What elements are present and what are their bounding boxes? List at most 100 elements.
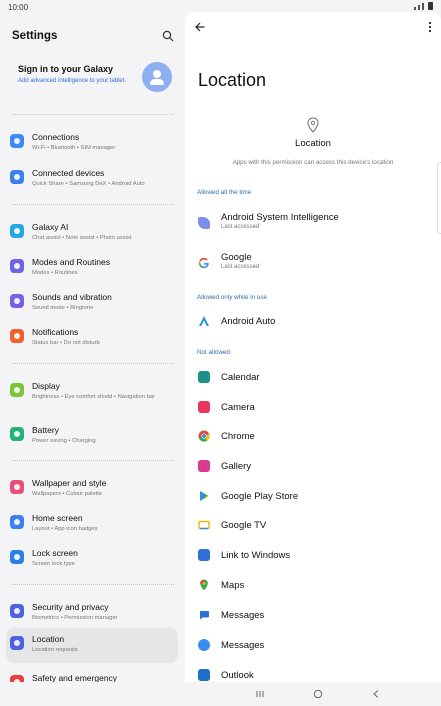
item-sub: Wi-Fi • Bluetooth • SIM manager: [32, 145, 116, 151]
settings-item-display[interactable]: Display Brightness • Eye comfort shield …: [6, 375, 178, 415]
sound-icon: [10, 294, 24, 308]
permission-description: Apps with this permission can access thi…: [232, 159, 394, 166]
item-sub: Sound mode • Ringtone: [32, 305, 94, 311]
section-allowed-all-time: Allowed all the time: [197, 189, 252, 196]
app-name: Android Auto: [221, 316, 276, 327]
settings-item-security[interactable]: Security and privacy Biometrics • Permis…: [6, 596, 178, 628]
ai-icon: [10, 224, 24, 238]
app-row-calendar[interactable]: Calendar: [185, 364, 441, 392]
app-row-google[interactable]: Google Last accessed: [185, 250, 441, 278]
app-row-chrome[interactable]: Chrome: [185, 423, 441, 451]
app-name: Maps: [221, 580, 245, 591]
app-row-camera[interactable]: Camera: [185, 394, 441, 422]
gallery-icon: [198, 460, 210, 472]
wallpaper-icon: [10, 480, 24, 494]
divider: [12, 460, 174, 461]
search-icon[interactable]: [162, 30, 174, 42]
app-row-google-play-store[interactable]: Google Play Store: [185, 483, 441, 511]
account-subtitle: Add advanced intelligence to your tablet…: [18, 78, 127, 84]
settings-item-connected-devices[interactable]: Connected devices Quick Share • Samsung …: [6, 162, 178, 194]
more-options-icon[interactable]: [428, 21, 432, 33]
scroll-handle[interactable]: [437, 162, 441, 234]
section-allowed-while-in-use: Allowed only while in use: [197, 294, 268, 301]
outlook-icon: [198, 669, 210, 681]
page-title: Location: [198, 70, 267, 90]
app-name: Gallery: [221, 461, 252, 472]
app-name: Messages: [221, 640, 265, 651]
item-label: Lock screen: [32, 548, 78, 558]
android-auto-icon: [199, 316, 209, 326]
app-sub: Last accessed: [221, 264, 260, 270]
battery-status-icon: [428, 2, 433, 10]
google-icon: [198, 257, 209, 269]
app-name: Android System Intelligence: [221, 212, 339, 223]
link-windows-icon: [198, 549, 210, 561]
item-label: Home screen: [32, 513, 83, 523]
settings-item-safety[interactable]: Safety and emergency: [6, 667, 178, 682]
display-icon: [10, 383, 24, 397]
devices-icon: [10, 170, 24, 184]
settings-item-location[interactable]: Location Location requests: [6, 628, 178, 663]
item-sub: Status bar • Do not disturb: [32, 340, 100, 346]
item-label: Safety and emergency: [32, 673, 118, 682]
item-label: Modes and Routines: [32, 257, 110, 267]
app-name: Google Play Store: [221, 491, 299, 502]
home-icon: [10, 515, 24, 529]
item-label: Wallpaper and style: [32, 478, 107, 488]
app-row-android-system-intelligence[interactable]: Android System Intelligence Last accesse…: [185, 210, 441, 238]
settings-pane: Settings Sign in to your Galaxy Add adva…: [0, 14, 184, 682]
item-label: Location: [32, 634, 65, 644]
modes-icon: [10, 259, 24, 273]
google-tv-icon: [198, 520, 210, 530]
account-title: Sign in to your Galaxy: [18, 64, 114, 74]
account-card[interactable]: Sign in to your Galaxy Add advanced inte…: [6, 56, 178, 108]
permission-label: Location: [295, 138, 331, 149]
app-row-messages[interactable]: Messages: [185, 602, 441, 630]
settings-title: Settings: [12, 30, 58, 42]
section-not-allowed: Not allowed: [197, 349, 230, 356]
item-sub: Brightness • Eye comfort shield • Naviga…: [32, 394, 155, 400]
item-sub: Layout • App icon badges: [32, 526, 98, 532]
settings-item-modes-routines[interactable]: Modes and Routines Modes • Routines: [6, 251, 178, 283]
home-icon[interactable]: [312, 688, 324, 700]
settings-item-lock-screen[interactable]: Lock screen Screen lock type: [6, 542, 178, 574]
app-row-maps[interactable]: Maps: [185, 572, 441, 600]
asi-icon: [198, 217, 210, 229]
status-time: 10:00: [8, 3, 29, 12]
app-row-messages-samsung[interactable]: Messages: [185, 632, 441, 660]
app-row-outlook[interactable]: Outlook: [185, 662, 441, 682]
app-row-google-tv[interactable]: Google TV: [185, 512, 441, 540]
app-name: Link to Windows: [221, 550, 291, 561]
app-sub: Last accessed: [221, 224, 260, 230]
item-label: Connected devices: [32, 168, 105, 178]
maps-icon: [200, 579, 208, 591]
settings-item-galaxy-ai[interactable]: Galaxy AI Chat assist • Note assist • Ph…: [6, 216, 178, 248]
item-sub: Location requests: [32, 647, 78, 653]
app-row-link-to-windows[interactable]: Link to Windows: [185, 542, 441, 570]
location-icon: [10, 636, 24, 650]
location-pane: Location Location Apps with this permiss…: [185, 12, 441, 682]
messages-icon: [200, 611, 209, 620]
settings-item-home-screen[interactable]: Home screen Layout • App icon badges: [6, 507, 178, 539]
lock-icon: [10, 550, 24, 564]
item-sub: Screen lock type: [32, 561, 75, 567]
settings-item-wallpaper[interactable]: Wallpaper and style Wallpapers • Colour …: [6, 472, 178, 504]
recent-apps-icon[interactable]: [254, 688, 266, 700]
navigation-bar: [0, 682, 441, 706]
item-label: Display: [32, 381, 60, 391]
app-row-android-auto[interactable]: Android Auto: [185, 308, 441, 336]
item-sub: Modes • Routines: [32, 270, 78, 276]
app-row-gallery[interactable]: Gallery: [185, 453, 441, 481]
settings-item-connections[interactable]: Connections Wi-Fi • Bluetooth • SIM mana…: [6, 126, 178, 158]
play-store-icon: [200, 491, 209, 501]
item-label: Galaxy AI: [32, 222, 69, 232]
settings-item-battery[interactable]: Battery Power saving • Charging: [6, 419, 178, 451]
app-name: Camera: [221, 402, 255, 413]
divider: [12, 114, 174, 115]
back-icon[interactable]: [370, 688, 382, 700]
settings-item-notifications[interactable]: Notifications Status bar • Do not distur…: [6, 321, 178, 353]
settings-item-sounds[interactable]: Sounds and vibration Sound mode • Ringto…: [6, 286, 178, 318]
item-sub: Wallpapers • Colour palette: [32, 491, 103, 497]
back-arrow-icon[interactable]: [195, 22, 205, 32]
battery-icon: [10, 427, 24, 441]
